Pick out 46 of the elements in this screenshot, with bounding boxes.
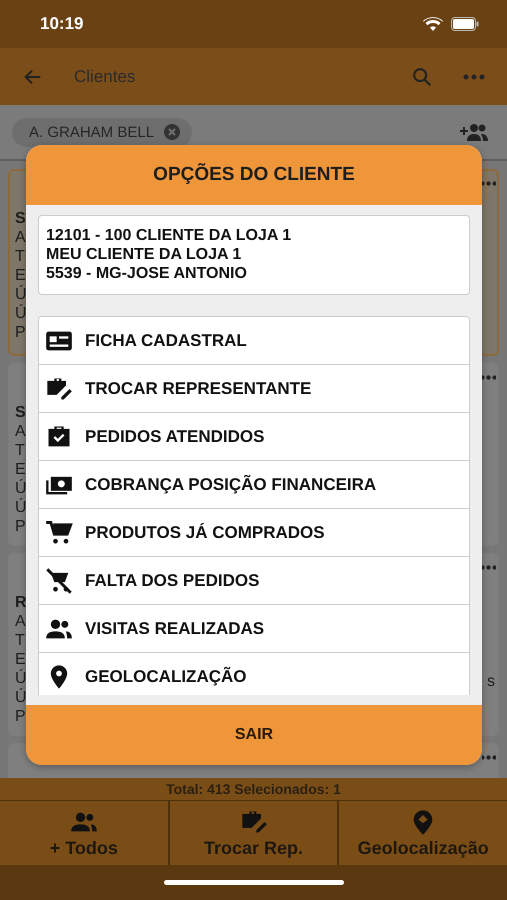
card-text: A — [15, 612, 27, 631]
more-icon[interactable] — [482, 755, 496, 760]
card-text: P — [15, 517, 27, 536]
cart-off-icon — [45, 566, 73, 594]
card-text: P — [15, 323, 27, 342]
card-text: T — [15, 247, 26, 266]
clock-time: 10:19 — [40, 14, 84, 34]
client-info-line: 12101 - 100 CLIENTE DA LOJA 1 — [46, 226, 292, 245]
card-text: E — [15, 650, 27, 669]
card-text: Ú — [15, 479, 28, 498]
card-text: Ú — [15, 285, 28, 304]
client-info-line: 5539 - MG-JOSE ANTONIO — [46, 264, 248, 283]
card-text: P — [15, 707, 27, 726]
card-text: S — [15, 403, 27, 422]
card-text: Ú — [15, 688, 28, 707]
card-text: Ú — [15, 304, 28, 323]
more-icon — [463, 74, 485, 80]
battery-icon — [451, 17, 479, 31]
card-text: S — [15, 209, 27, 228]
exit-button[interactable]: SAIR — [26, 705, 482, 765]
option-item[interactable]: FICHA CADASTRAL — [39, 317, 469, 365]
search-icon — [411, 66, 433, 88]
selection-summary: Total: 413 Selecionados: 1 — [166, 781, 341, 797]
card-text: R — [15, 593, 28, 612]
client-info-line: MEU CLIENTE DA LOJA 1 — [46, 245, 242, 264]
add-people-icon — [459, 122, 489, 142]
card-text: A — [15, 422, 27, 441]
dialog-title: OPÇÕES DO CLIENTE — [153, 164, 355, 186]
card-text: s — [487, 673, 495, 691]
card-text: E — [15, 266, 27, 285]
card-text: Ú — [15, 669, 28, 688]
more-icon[interactable] — [482, 181, 496, 186]
more-icon[interactable] — [482, 375, 496, 380]
card-text: E — [15, 460, 27, 479]
wifi-icon — [423, 16, 443, 32]
card-text: A — [15, 228, 27, 247]
add-client-button[interactable] — [459, 122, 489, 142]
clear-icon — [164, 124, 180, 140]
cart-icon — [45, 518, 73, 546]
more-icon[interactable] — [482, 565, 496, 570]
search-button[interactable] — [411, 66, 433, 88]
more-button[interactable] — [463, 74, 485, 80]
card-text: Ú — [15, 498, 28, 517]
card-text: T — [15, 631, 26, 650]
screen-title: Clientes — [74, 66, 136, 86]
card-text: T — [15, 441, 26, 460]
